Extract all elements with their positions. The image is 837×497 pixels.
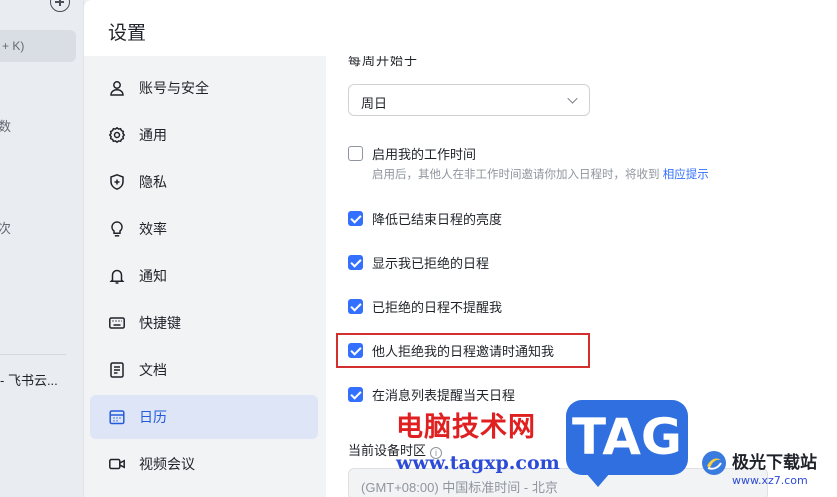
search-shortcut[interactable]: + K): [0, 30, 76, 62]
week-start-select[interactable]: 周日: [348, 84, 590, 116]
nav-item-notification[interactable]: 通知: [90, 254, 318, 298]
watermark-logo-icon: [702, 451, 726, 475]
nav-item-shortcuts[interactable]: 快捷键: [90, 301, 318, 345]
checkbox[interactable]: [348, 299, 363, 314]
lightbulb-icon: [111, 221, 123, 237]
watermark-site-url: www.xz7.com: [732, 474, 808, 487]
user-icon: [110, 81, 124, 96]
document-icon: [110, 362, 124, 378]
chevron-down-icon: [567, 93, 578, 104]
divider: [0, 354, 66, 355]
hint-link[interactable]: 相应提示: [663, 169, 709, 181]
option-dim-ended-events[interactable]: 降低已结束日程的亮度: [348, 209, 502, 228]
nav-item-label: 账号与安全: [139, 80, 209, 96]
nav-item-label: 效率: [139, 221, 167, 237]
nav-item-docs[interactable]: 文档: [90, 348, 318, 392]
calendar-icon: [109, 410, 125, 425]
app-sidebar: + K) 数 次 - 飞书云...: [0, 0, 84, 497]
nav-item-label: 日历: [139, 409, 167, 425]
nav-item-privacy[interactable]: 隐私: [90, 160, 318, 204]
option-label: 启用我的工作时间: [372, 147, 477, 162]
video-icon: [109, 458, 125, 470]
checkbox[interactable]: [348, 387, 363, 402]
section-heading: 每周开始于: [348, 53, 419, 68]
shield-icon: [110, 174, 124, 190]
nav-item-label: 通知: [139, 268, 167, 284]
work-time-hint: 启用后，其他人在非工作时间邀请你加入日程时，将收到 相应提示: [372, 166, 709, 182]
nav-item-calendar[interactable]: 日历: [90, 395, 318, 439]
nav-item-efficiency[interactable]: 效率: [90, 207, 318, 251]
nav-item-label: 隐私: [139, 174, 167, 190]
option-no-remind-declined[interactable]: 已拒绝的日程不提醒我: [348, 297, 502, 316]
settings-nav: 账号与安全 通用 隐私 效率 通知 快捷键 文档 日历 视频会议: [84, 56, 326, 497]
option-label: 已拒绝的日程不提醒我: [372, 300, 503, 315]
option-label: 降低已结束日程的亮度: [372, 212, 503, 227]
add-icon[interactable]: [50, 0, 70, 12]
week-start-value: 周日: [361, 96, 388, 111]
search-shortcut-label: + K): [2, 39, 25, 53]
checkbox[interactable]: [348, 146, 363, 161]
nav-item-label: 快捷键: [139, 315, 181, 331]
option-remind-today-events[interactable]: 在消息列表提醒当天日程: [348, 385, 515, 404]
nav-item-label: 文档: [139, 362, 167, 378]
highlight-box: [336, 333, 590, 368]
chat-preview[interactable]: - 飞书云...: [0, 370, 58, 389]
sidebar-partial-label: 次: [0, 218, 11, 237]
watermark-text: 电脑技术网: [396, 412, 536, 443]
watermark-tag-logo: TAG: [566, 400, 688, 487]
sidebar-partial-label: 数: [0, 116, 11, 135]
nav-item-label: 视频会议: [139, 456, 195, 472]
nav-item-account-security[interactable]: 账号与安全: [90, 66, 318, 110]
option-work-time[interactable]: 启用我的工作时间: [348, 144, 476, 163]
bell-icon: [109, 269, 125, 284]
watermark-url: www.tagxp.com: [396, 452, 560, 474]
nav-item-general[interactable]: 通用: [90, 113, 318, 157]
option-label: 在消息列表提醒当天日程: [372, 388, 516, 403]
checkbox[interactable]: [348, 211, 363, 226]
nav-item-video-meeting[interactable]: 视频会议: [90, 442, 318, 486]
hint-text: 启用后，其他人在非工作时间邀请你加入日程时，将收到: [372, 169, 660, 181]
gear-icon: [108, 126, 126, 144]
option-label: 显示我已拒绝的日程: [372, 256, 490, 271]
option-show-declined[interactable]: 显示我已拒绝的日程: [348, 253, 489, 272]
nav-item-label: 通用: [139, 127, 167, 143]
page-title: 设置: [108, 23, 147, 44]
keyboard-icon: [109, 317, 125, 329]
watermark-site-name: 极光下载站: [732, 453, 817, 473]
checkbox[interactable]: [348, 255, 363, 270]
